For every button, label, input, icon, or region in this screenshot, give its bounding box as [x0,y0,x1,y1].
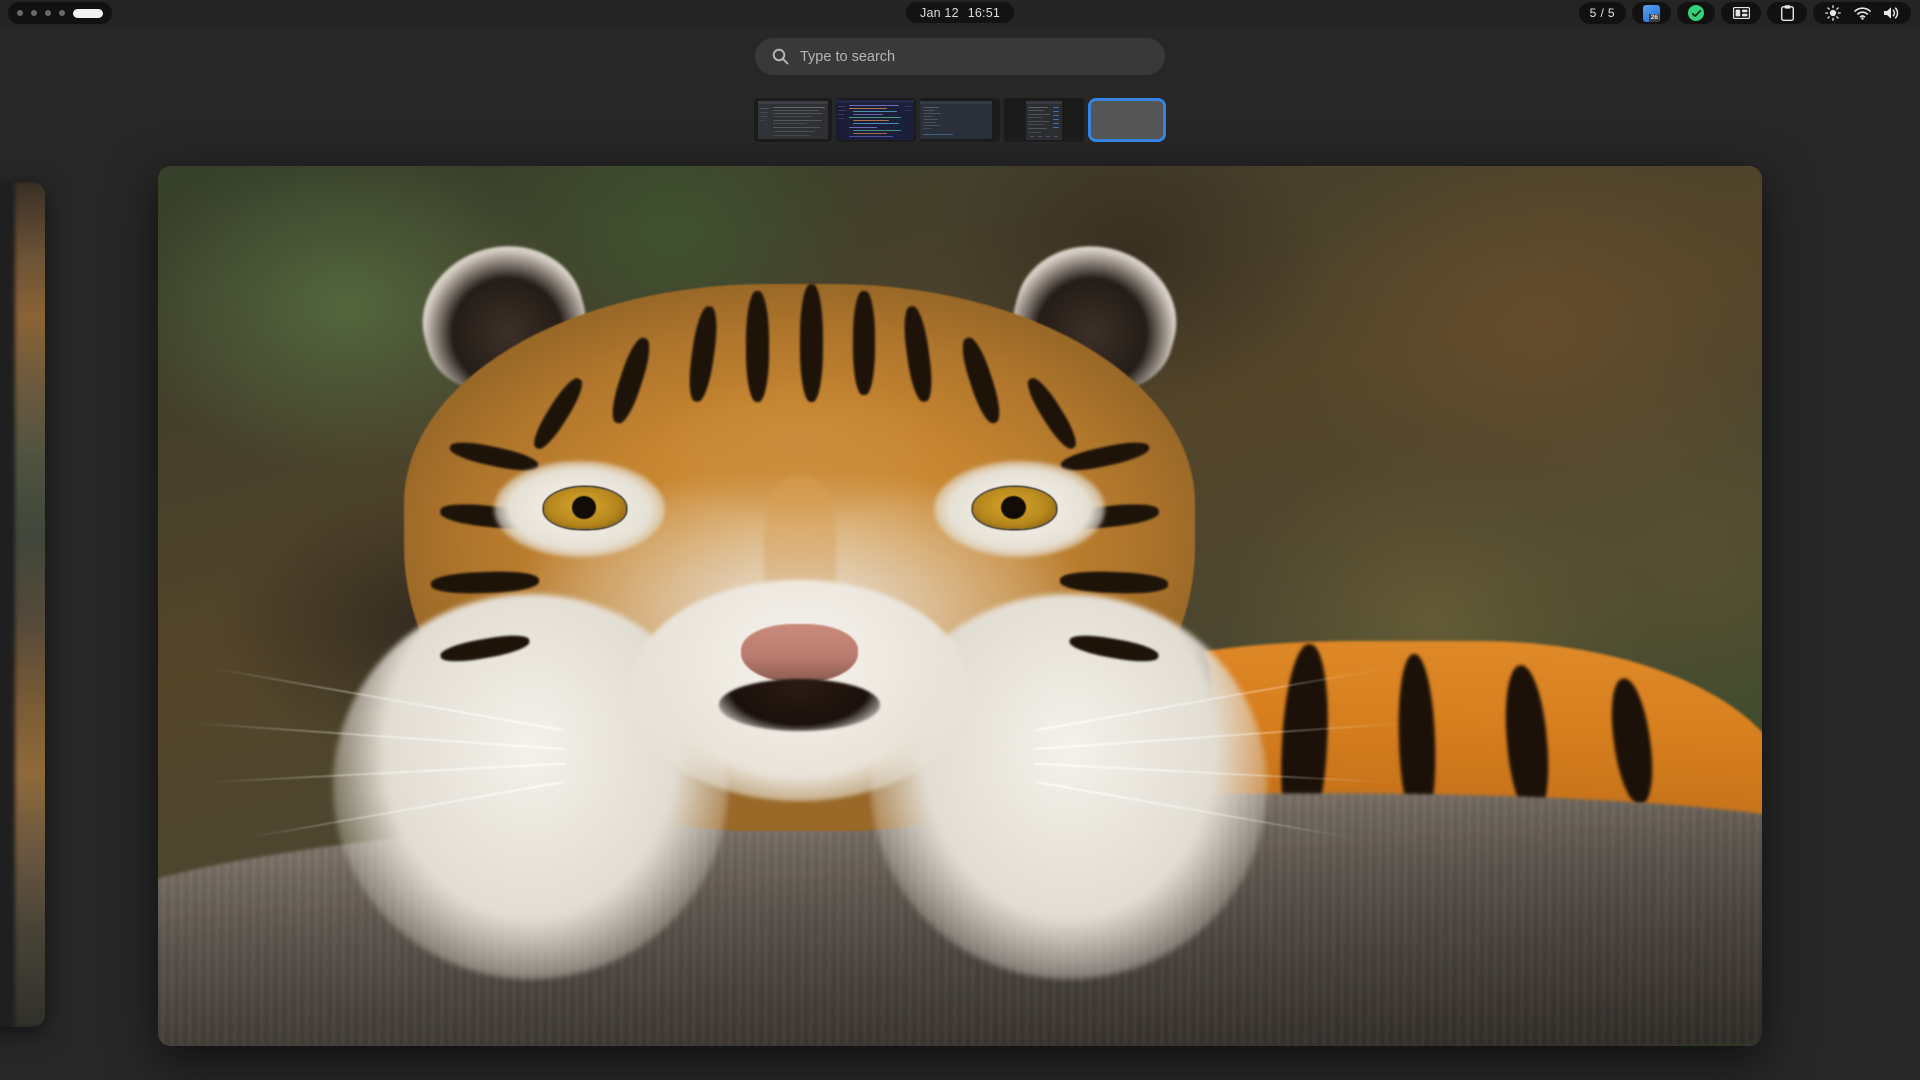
workspace-dot-4[interactable] [59,10,65,16]
tiger-nose [741,623,858,684]
workspace-thumbnail-5-active[interactable] [1088,98,1166,142]
network-wireless-icon [1853,5,1871,21]
workspace-thumbnails [754,98,1166,142]
tiger-eye-right [972,487,1056,529]
top-panel: Jan 12 16:51 5 / 5 [0,0,1920,26]
clock-date: Jan 12 [919,5,959,20]
workspace-dot-2[interactable] [31,10,37,16]
screen-layout-icon [1732,5,1750,21]
image-viewer-window[interactable] [158,166,1762,1046]
clock-time: 16:51 [967,5,1001,20]
search-entry[interactable]: Type to search [755,38,1165,75]
workspace-dot-3[interactable] [45,10,51,16]
window-ratio-label: 5 / 5 [1589,6,1615,20]
workspace-thumbnail-3[interactable] [920,98,1000,142]
window-ratio-badge[interactable]: 5 / 5 [1578,2,1626,24]
clock-menu-button[interactable]: Jan 12 16:51 [905,2,1015,23]
offscreen-window-content [15,182,45,1027]
workspace-thumbnail-4[interactable] [1004,98,1084,142]
search-icon [772,48,789,65]
clipboard-indicator[interactable] [1767,2,1807,24]
calendar-icon [1643,4,1660,22]
workspace-thumbnail-1[interactable] [754,98,832,142]
status-ok-indicator[interactable] [1677,2,1715,24]
workspace-thumbnail-2[interactable] [836,98,916,142]
clipboard-icon [1778,5,1796,21]
workspace-dot-1[interactable] [17,10,23,16]
system-quick-settings[interactable] [1813,2,1911,24]
search-placeholder: Type to search [800,48,896,65]
offscreen-window-peek[interactable]: × [0,182,45,1027]
brightness-icon [1824,5,1842,21]
volume-icon [1882,5,1900,21]
panel-right-indicators: 5 / 5 [1578,2,1911,24]
screen-layout-indicator[interactable] [1721,2,1761,24]
check-icon [1688,5,1704,21]
workspace-indicator[interactable] [8,2,112,24]
calendar-app-indicator[interactable] [1632,2,1671,24]
tiger-mouth [718,679,881,732]
workspace-dot-5-active[interactable] [73,8,103,18]
tiger-eye-left [543,487,627,529]
tiger-head [189,210,1410,979]
